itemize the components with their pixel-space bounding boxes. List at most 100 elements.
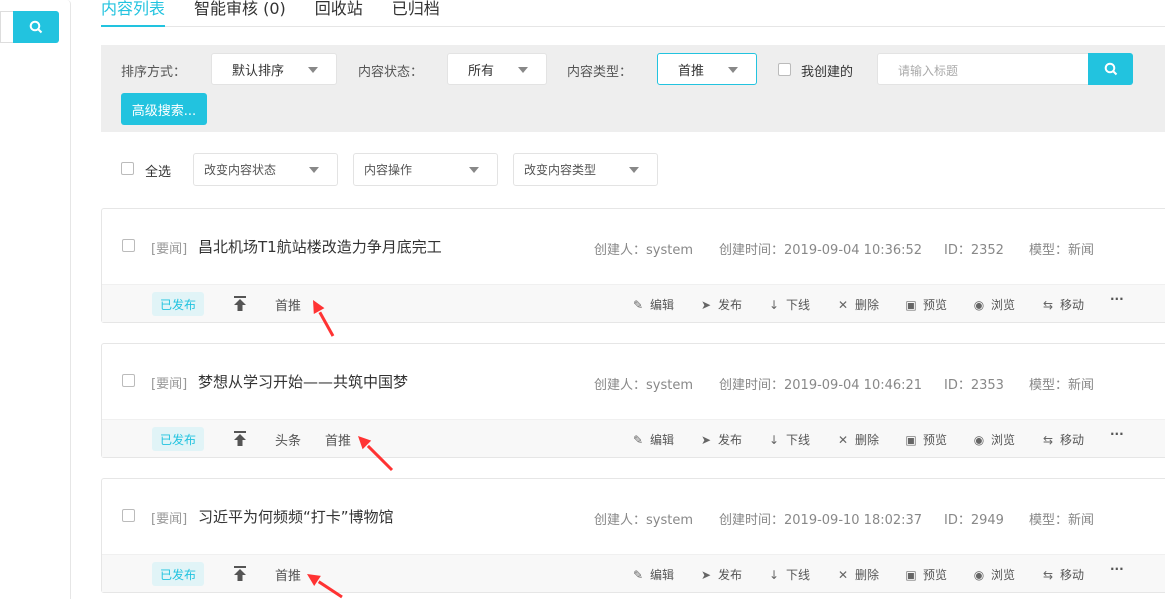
more-icon[interactable]: ··· — [1110, 292, 1124, 306]
action-offline[interactable]: ↓ 下线 — [768, 431, 810, 448]
action-move[interactable]: ⇆ 移动 — [1042, 566, 1084, 583]
recommend-label: 首推 — [275, 569, 302, 584]
item-tag: [要闻] — [151, 377, 188, 392]
item-created-time: 创建时间：2019-09-10 18:02:37 — [719, 513, 923, 528]
preview-icon: ▣ — [905, 297, 917, 312]
title-search-input[interactable]: 请输入标题 — [877, 53, 1089, 85]
more-icon[interactable]: ··· — [1110, 562, 1124, 576]
action-edit[interactable]: ✎ 编辑 — [632, 296, 674, 313]
select-all-checkbox[interactable] — [121, 162, 134, 175]
content-card: [要闻] 昌北机场T1航站楼改造力争月底完工 创建人：system 创建时间：2… — [101, 208, 1165, 323]
action-offline[interactable]: ↓ 下线 — [768, 296, 810, 313]
action-label: 移动 — [1060, 433, 1085, 447]
search-icon — [29, 20, 43, 34]
content-ops-select[interactable]: 内容操作 — [353, 153, 498, 186]
advanced-search-button[interactable]: 高级搜索... — [121, 93, 207, 125]
content-card: [要闻] 习近平为何频频“打卡”博物馆 创建人：system 创建时间：2019… — [101, 478, 1165, 593]
change-status-select[interactable]: 改变内容状态 — [193, 153, 338, 186]
offline-icon: ↓ — [768, 567, 780, 582]
action-move[interactable]: ⇆ 移动 — [1042, 296, 1084, 313]
view-icon: ◉ — [973, 297, 985, 312]
tab-smart-review[interactable]: 智能审核 (0) — [194, 0, 286, 27]
action-publish[interactable]: ➤ 发布 — [700, 296, 742, 313]
sidebar — [0, 0, 71, 599]
action-move[interactable]: ⇆ 移动 — [1042, 431, 1084, 448]
item-title[interactable]: 习近平为何频频“打卡”博物馆 — [198, 506, 394, 527]
item-tag: [要闻] — [151, 242, 188, 257]
search-button[interactable] — [1088, 53, 1133, 85]
preview-icon: ▣ — [905, 432, 917, 447]
delete-icon: ✕ — [837, 297, 849, 312]
select-all-label: 全选 — [145, 165, 172, 180]
action-label: 删除 — [855, 433, 880, 447]
action-publish[interactable]: ➤ 发布 — [700, 431, 742, 448]
offline-icon: ↓ — [768, 432, 780, 447]
move-icon: ⇆ — [1042, 567, 1054, 582]
action-label: 浏览 — [991, 433, 1016, 447]
content-ops-label: 内容操作 — [364, 163, 413, 177]
item-tag: [要闻] — [151, 512, 188, 527]
status-select[interactable]: 所有 — [447, 53, 547, 85]
action-delete[interactable]: ✕ 删除 — [837, 296, 879, 313]
item-title[interactable]: 昌北机场T1航站楼改造力争月底完工 — [198, 236, 442, 257]
action-edit[interactable]: ✎ 编辑 — [632, 431, 674, 448]
action-delete[interactable]: ✕ 删除 — [837, 431, 879, 448]
action-label: 移动 — [1060, 298, 1085, 312]
action-label: 预览 — [923, 568, 948, 582]
mine-checkbox[interactable] — [778, 63, 791, 76]
publish-icon: ➤ — [700, 432, 712, 447]
sidebar-search-button[interactable] — [13, 11, 59, 43]
item-creator: 创建人：system — [594, 513, 693, 528]
sort-select[interactable]: 默认排序 — [211, 53, 337, 85]
action-view[interactable]: ◉ 浏览 — [973, 296, 1015, 313]
item-checkbox[interactable] — [122, 509, 135, 522]
delete-icon: ✕ — [837, 432, 849, 447]
tab-content-list[interactable]: 内容列表 — [101, 0, 166, 27]
item-id: ID：2352 — [944, 243, 1004, 258]
content-card: [要闻] 梦想从学习开始——共筑中国梦 创建人：system 创建时间：2019… — [101, 343, 1165, 458]
item-footer: 已发布 首推 ✎ 编辑 ➤ 发布 ↓ 下线 ✕ 删除 ▣ 预览 ◉ 浏览 ⇆ 移动 ··· — [102, 284, 1165, 322]
pin-top-icon[interactable] — [233, 296, 247, 311]
offline-icon: ↓ — [768, 297, 780, 312]
item-footer: 已发布 首推 ✎ 编辑 ➤ 发布 ↓ 下线 ✕ 删除 ▣ 预览 ◉ 浏览 ⇆ 移动 ··· — [102, 554, 1165, 592]
move-icon: ⇆ — [1042, 297, 1054, 312]
action-label: 发布 — [718, 433, 743, 447]
more-icon[interactable]: ··· — [1110, 427, 1124, 441]
action-label: 下线 — [786, 568, 811, 582]
action-label: 移动 — [1060, 568, 1085, 582]
item-model: 模型：新闻 — [1029, 378, 1095, 393]
action-preview[interactable]: ▣ 预览 — [905, 296, 947, 313]
item-title[interactable]: 梦想从学习开始——共筑中国梦 — [198, 371, 408, 392]
edit-icon: ✎ — [632, 297, 644, 312]
action-view[interactable]: ◉ 浏览 — [973, 566, 1015, 583]
sidebar-search-input[interactable] — [0, 11, 14, 43]
action-publish[interactable]: ➤ 发布 — [700, 566, 742, 583]
pin-top-icon[interactable] — [233, 431, 247, 446]
tab-recycle-bin[interactable]: 回收站 — [315, 0, 363, 27]
action-offline[interactable]: ↓ 下线 — [768, 566, 810, 583]
view-icon: ◉ — [973, 567, 985, 582]
tab-archived[interactable]: 已归档 — [392, 0, 440, 27]
action-label: 删除 — [855, 298, 880, 312]
action-delete[interactable]: ✕ 删除 — [837, 566, 879, 583]
change-type-label: 改变内容类型 — [524, 163, 597, 177]
item-checkbox[interactable] — [122, 239, 135, 252]
item-created-time: 创建时间：2019-09-04 10:46:21 — [719, 378, 923, 393]
action-preview[interactable]: ▣ 预览 — [905, 566, 947, 583]
action-edit[interactable]: ✎ 编辑 — [632, 566, 674, 583]
change-type-select[interactable]: 改变内容类型 — [513, 153, 658, 186]
type-select[interactable]: 首推 — [657, 53, 757, 85]
item-checkbox[interactable] — [122, 374, 135, 387]
status-badge: 已发布 — [152, 427, 204, 451]
item-model: 模型：新闻 — [1029, 513, 1095, 528]
action-label: 发布 — [718, 298, 743, 312]
action-preview[interactable]: ▣ 预览 — [905, 431, 947, 448]
action-label: 编辑 — [650, 298, 675, 312]
action-view[interactable]: ◉ 浏览 — [973, 431, 1015, 448]
action-label: 浏览 — [991, 298, 1016, 312]
pin-top-icon[interactable] — [233, 566, 247, 581]
action-label: 预览 — [923, 433, 948, 447]
type-label: 内容类型： — [567, 65, 633, 80]
item-model: 模型：新闻 — [1029, 243, 1095, 258]
sort-value: 默认排序 — [232, 63, 285, 79]
